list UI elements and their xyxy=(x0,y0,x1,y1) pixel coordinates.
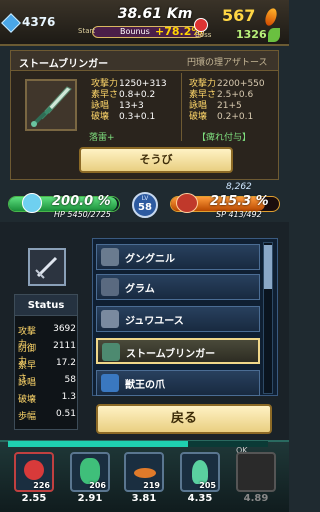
weapon-list-item[interactable]: グラム xyxy=(96,274,260,300)
status-row: 詠唱 58 xyxy=(18,375,76,388)
skill-cost: 2.55 xyxy=(21,493,47,504)
weapon-name: ストームブリンガー xyxy=(19,59,109,70)
status-row: 歩幅 0.51 xyxy=(18,409,76,422)
bonus-label: Bounus xyxy=(120,27,150,36)
equip-compare-panel: ストームブリンガー 円環の理アザトース 攻撃力 素早さ 詠唱 破壊 1250+3… xyxy=(10,50,279,180)
weapon-list-item[interactable]: ジュワユース xyxy=(96,306,260,332)
status-row: 破壊 1.3 xyxy=(18,392,76,405)
skill-cost: 4.35 xyxy=(187,493,213,504)
skill-cost: 2.91 xyxy=(77,493,103,504)
boss-icon xyxy=(194,18,208,32)
spirit-skill-button[interactable]: 206 xyxy=(70,452,110,492)
gold-count: 567 xyxy=(222,6,256,25)
status-rows: 攻撃力 3692 防御力 2111 素早さ 17.2 詠唱 58 破壊 1.3 … xyxy=(18,324,76,426)
weapon-list-item[interactable]: 獣王の爪 xyxy=(96,370,260,396)
flame-skill-button[interactable]: 205 xyxy=(180,452,220,492)
sword-icon xyxy=(101,278,119,296)
weapon-list-item-selected[interactable]: ストームブリンガー xyxy=(96,338,260,364)
sp-percent: 215.3 % xyxy=(210,194,269,209)
gem-count: 4376 xyxy=(22,15,56,29)
leaf-count: 1326 xyxy=(236,28,267,41)
level-badge: LV 58 xyxy=(132,192,158,218)
claw-icon xyxy=(101,374,119,392)
skill-progress-fill xyxy=(8,441,188,447)
hp-percent: 200.0 % xyxy=(52,194,111,209)
compare-stat-values: 2200+550 2.5+0.6 21+5 0.2+0.1 xyxy=(217,79,265,122)
status-row: 素早さ 17.2 xyxy=(18,358,76,384)
sword-icon xyxy=(25,79,77,131)
heart-skill-button[interactable]: 226 xyxy=(14,452,54,492)
meat-icon xyxy=(176,193,198,213)
back-button[interactable]: 戻る xyxy=(96,404,272,434)
distance-display: 38.61 Km xyxy=(117,6,193,22)
start-label: Start xyxy=(78,27,96,35)
sp-text: SP 413/492 xyxy=(216,210,262,219)
hp-text: HP 5450/2725 xyxy=(54,210,111,219)
locked-skill-button[interactable] xyxy=(236,452,276,492)
weapon-list-item[interactable]: グングニル xyxy=(96,244,260,270)
compare-stat-labels: 攻撃力 素早さ 詠唱 破壊 xyxy=(189,79,217,122)
sword-icon xyxy=(101,310,119,328)
heart-icon xyxy=(24,460,44,480)
fire-skill-button[interactable]: 219 xyxy=(124,452,164,492)
leaf-icon xyxy=(268,28,280,42)
scroll-thumb[interactable] xyxy=(264,245,272,289)
compare-rune: 【痺れ付与】 xyxy=(197,133,252,143)
compare-divider xyxy=(181,73,182,141)
boss-label: Boss xyxy=(195,31,212,39)
exp-counter: 8,262 xyxy=(226,182,252,192)
heart-icon xyxy=(22,193,42,213)
stat-labels: 攻撃力 素早さ 詠唱 破壊 xyxy=(91,79,119,122)
status-row: 攻撃力 3692 xyxy=(18,324,76,350)
status-title: Status xyxy=(14,294,78,316)
status-row: 防御力 2111 xyxy=(18,341,76,367)
skill-cost: 4.89 xyxy=(243,493,269,504)
equip-button[interactable]: そうび xyxy=(79,147,233,173)
sword-icon xyxy=(102,343,120,361)
compare-weapon-name: 円環の理アザトース xyxy=(187,58,268,68)
current-rune: 落雷+ xyxy=(89,133,115,143)
weapon-slot-icon[interactable] xyxy=(28,248,66,286)
fire-ring-icon xyxy=(134,468,156,478)
skill-cost: 3.81 xyxy=(131,493,157,504)
current-stat-values: 1250+313 0.8+0.2 13+3 0.3+0.1 xyxy=(119,79,167,122)
spear-icon xyxy=(101,248,119,266)
